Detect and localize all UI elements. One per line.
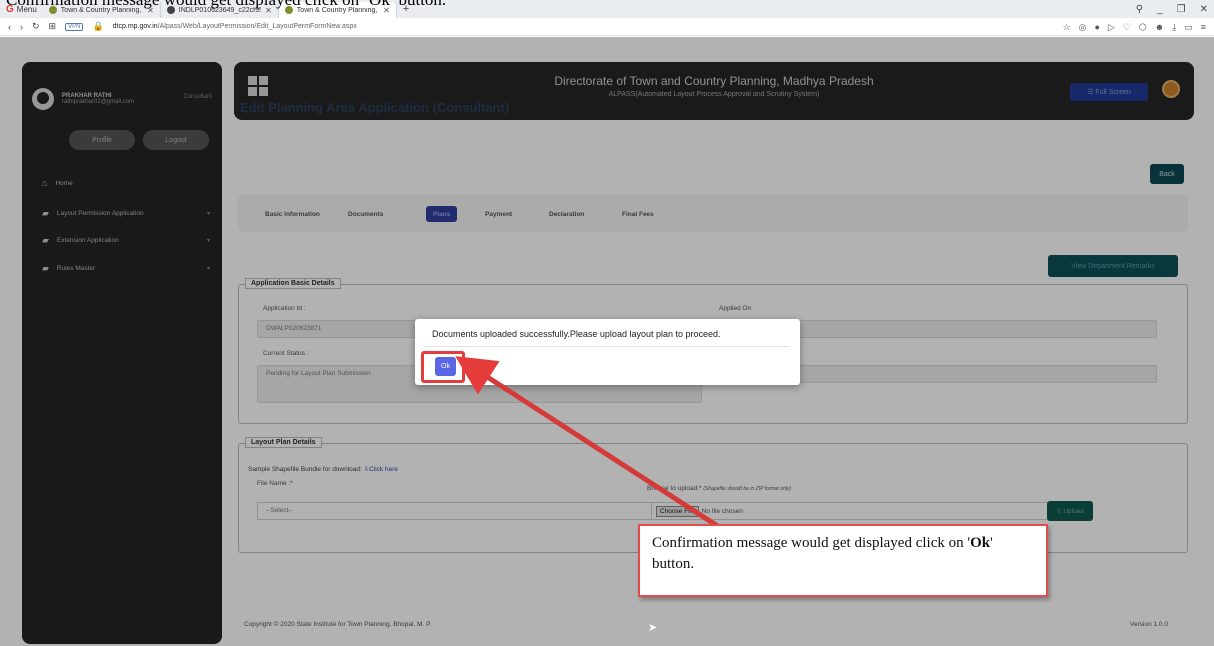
close-window-icon[interactable]: ✕ [1200, 4, 1208, 15]
bookmark-icon[interactable]: ☆ [1063, 22, 1071, 33]
menu-icon[interactable]: ≡ [1201, 22, 1206, 32]
url-field[interactable]: dtcp.mp.gov.in/Alpass/Web/LayoutPermissi… [113, 23, 357, 30]
callout-text-bold: Ok [970, 535, 991, 551]
reload-icon[interactable]: ↻ [32, 21, 40, 32]
search-icon[interactable]: ⚲ [1136, 4, 1143, 15]
heart-icon[interactable]: ♡ [1123, 22, 1131, 33]
minimize-icon[interactable]: _ [1157, 4, 1163, 15]
window-controls: ⚲ _ ❐ ✕ [1136, 0, 1208, 18]
confirmation-dialog: Documents uploaded successfully.Please u… [415, 319, 800, 385]
restore-icon[interactable]: ❐ [1177, 4, 1186, 15]
lock-icon: 🔒 [92, 21, 104, 31]
extension-icons: ☆ ◎ ● ▷ ♡ ⬡ ☻ ⤓ ▭ ≡ [1063, 18, 1206, 36]
address-bar: ‹ › ↻ ⊞ VPN 🔒 dtcp.mp.gov.in/Alpass/Web/… [0, 18, 1214, 36]
ok-button[interactable]: Ok [435, 357, 456, 376]
forward-nav-icon[interactable]: › [20, 22, 23, 32]
cube-icon[interactable]: ⬡ [1139, 22, 1147, 33]
profile-icon[interactable]: ☻ [1155, 22, 1164, 32]
url-host: dtcp.mp.gov.in [112, 23, 158, 30]
vpn-badge[interactable]: VPN [65, 22, 84, 31]
battery-icon[interactable]: ▭ [1184, 22, 1193, 33]
mouse-cursor-icon: ➤ [648, 622, 658, 634]
dialog-message: Documents uploaded successfully.Please u… [432, 329, 721, 339]
download-icon[interactable]: ⤓ [1172, 22, 1176, 33]
snapshot-icon[interactable]: ◎ [1079, 22, 1087, 33]
speed-dial-icon[interactable]: ⊞ [49, 21, 57, 32]
play-icon[interactable]: ▷ [1108, 22, 1115, 33]
instruction-callout: Confirmation message would get displayed… [638, 524, 1048, 597]
url-path: /Alpass/Web/LayoutPermission/Edit_Layout… [157, 23, 357, 30]
dialog-divider [425, 346, 790, 347]
shield-icon[interactable]: ● [1094, 22, 1099, 32]
document-caption: Confirmation message would get displayed… [6, 0, 446, 10]
back-nav-icon[interactable]: ‹ [8, 22, 11, 32]
callout-text-before: Confirmation message would get displayed… [652, 535, 971, 551]
